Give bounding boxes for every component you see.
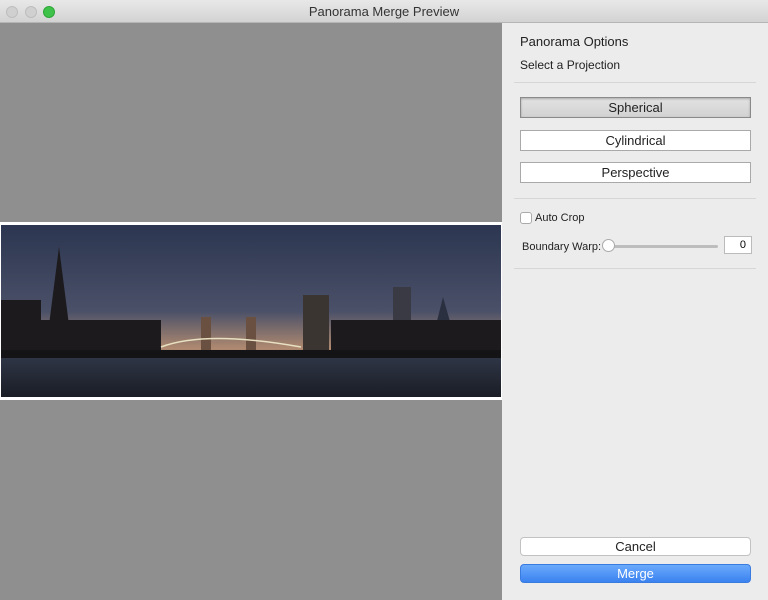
spherical-button[interactable]: Spherical — [520, 97, 751, 118]
divider — [514, 198, 756, 199]
auto-crop-label: Auto Crop — [535, 212, 585, 224]
zoom-button[interactable] — [43, 6, 55, 18]
projection-label: Select a Projection — [520, 58, 621, 72]
panel-heading: Panorama Options — [520, 34, 629, 49]
close-button[interactable] — [6, 6, 18, 18]
merge-button[interactable]: Merge — [520, 564, 751, 583]
auto-crop-checkbox[interactable] — [520, 212, 532, 224]
boundary-warp-slider-thumb[interactable] — [602, 239, 615, 252]
divider — [514, 82, 756, 83]
cylindrical-button[interactable]: Cylindrical — [520, 130, 751, 151]
panorama-preview-image — [0, 222, 502, 400]
boundary-warp-label: Boundary Warp: — [522, 241, 602, 253]
window-title: Panorama Merge Preview — [308, 4, 460, 19]
boundary-warp-input[interactable]: 0 — [724, 236, 752, 254]
preview-area — [0, 23, 502, 600]
title-bar: Panorama Merge Preview — [0, 0, 768, 23]
cancel-button[interactable]: Cancel — [520, 537, 751, 556]
boundary-warp-slider[interactable] — [606, 245, 718, 248]
divider — [514, 268, 756, 269]
options-panel: Panorama Options Select a Projection Sph… — [502, 23, 768, 600]
perspective-button[interactable]: Perspective — [520, 162, 751, 183]
minimize-button[interactable] — [25, 6, 37, 18]
